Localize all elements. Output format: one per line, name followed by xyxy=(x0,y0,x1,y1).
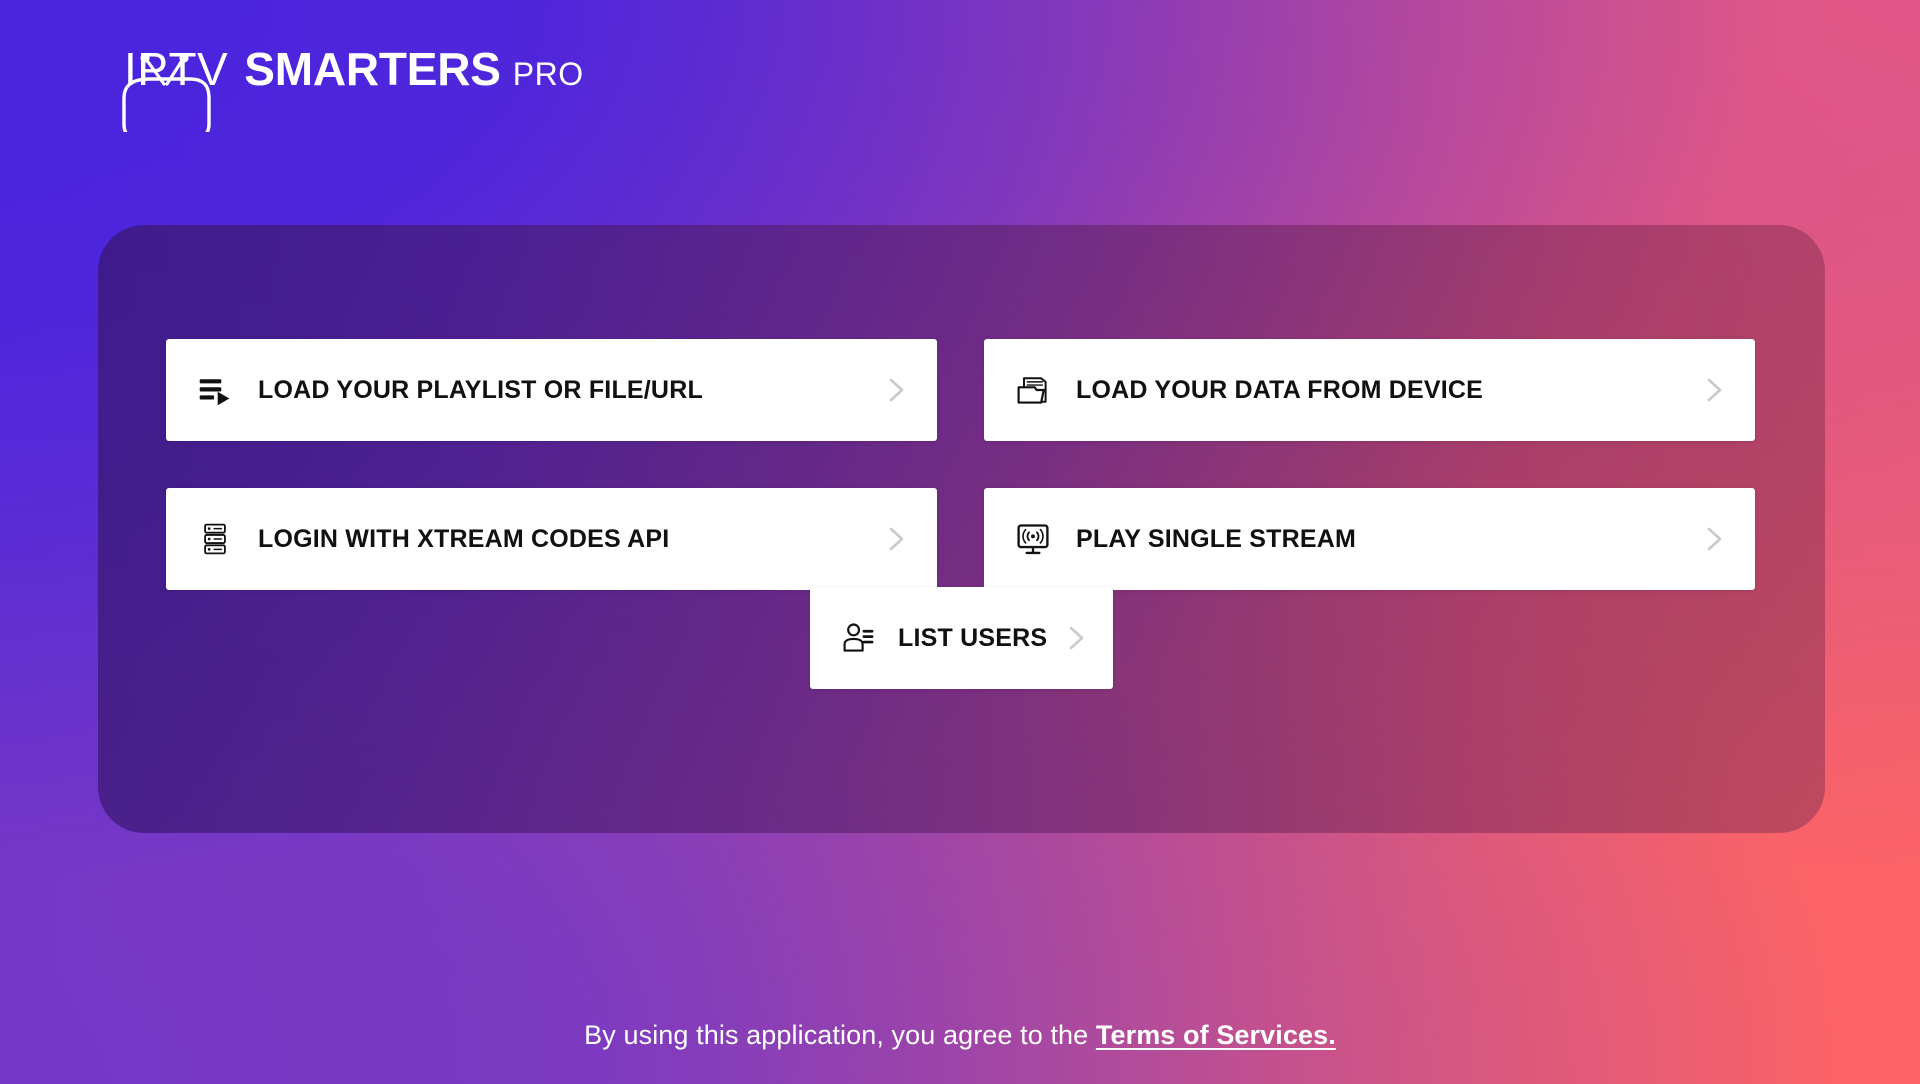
main-menu-card: LOAD YOUR PLAYLIST OR FILE/URL LOAD YOUR… xyxy=(98,225,1825,833)
chevron-right-icon xyxy=(1701,373,1727,407)
menu-button-label: PLAY SINGLE STREAM xyxy=(1076,524,1357,553)
menu-button-label: LOAD YOUR PLAYLIST OR FILE/URL xyxy=(258,375,703,404)
logo-text-pro: PRO xyxy=(512,56,584,92)
menu-button-load-playlist[interactable]: LOAD YOUR PLAYLIST OR FILE/URL xyxy=(166,339,937,441)
menu-button-label: LOAD YOUR DATA FROM DEVICE xyxy=(1076,375,1484,404)
menu-button-single-stream[interactable]: PLAY SINGLE STREAM xyxy=(984,488,1755,590)
menu-button-label: LIST USERS xyxy=(898,623,1048,652)
monitor-signal-icon xyxy=(1012,518,1054,560)
chevron-right-icon xyxy=(883,373,909,407)
menu-button-xtream-login[interactable]: LOGIN WITH XTREAM CODES API xyxy=(166,488,937,590)
playlist-play-icon xyxy=(194,369,236,411)
footer-terms-notice: By using this application, you agree to … xyxy=(0,1020,1920,1051)
center-button-row: LIST USERS xyxy=(98,587,1825,689)
footer-text: By using this application, you agree to … xyxy=(584,1020,1096,1050)
menu-button-label: LOGIN WITH XTREAM CODES API xyxy=(258,524,670,553)
chevron-right-icon xyxy=(1701,522,1727,556)
server-rack-icon xyxy=(194,518,236,560)
menu-button-load-device[interactable]: LOAD YOUR DATA FROM DEVICE xyxy=(984,339,1755,441)
user-list-icon xyxy=(838,617,880,659)
menu-button-list-users[interactable]: LIST USERS xyxy=(810,587,1113,689)
logo-text-smarters: SMARTERS xyxy=(244,43,501,95)
tv-antenna-icon xyxy=(112,46,216,140)
chevron-right-icon xyxy=(1063,621,1089,655)
chevron-right-icon xyxy=(883,522,909,556)
menu-button-grid: LOAD YOUR PLAYLIST OR FILE/URL LOAD YOUR… xyxy=(166,339,1756,590)
folder-file-icon xyxy=(1012,369,1054,411)
app-logo: IPTV SMARTERS PRO xyxy=(112,43,584,140)
terms-of-services-link[interactable]: Terms of Services. xyxy=(1096,1020,1336,1050)
